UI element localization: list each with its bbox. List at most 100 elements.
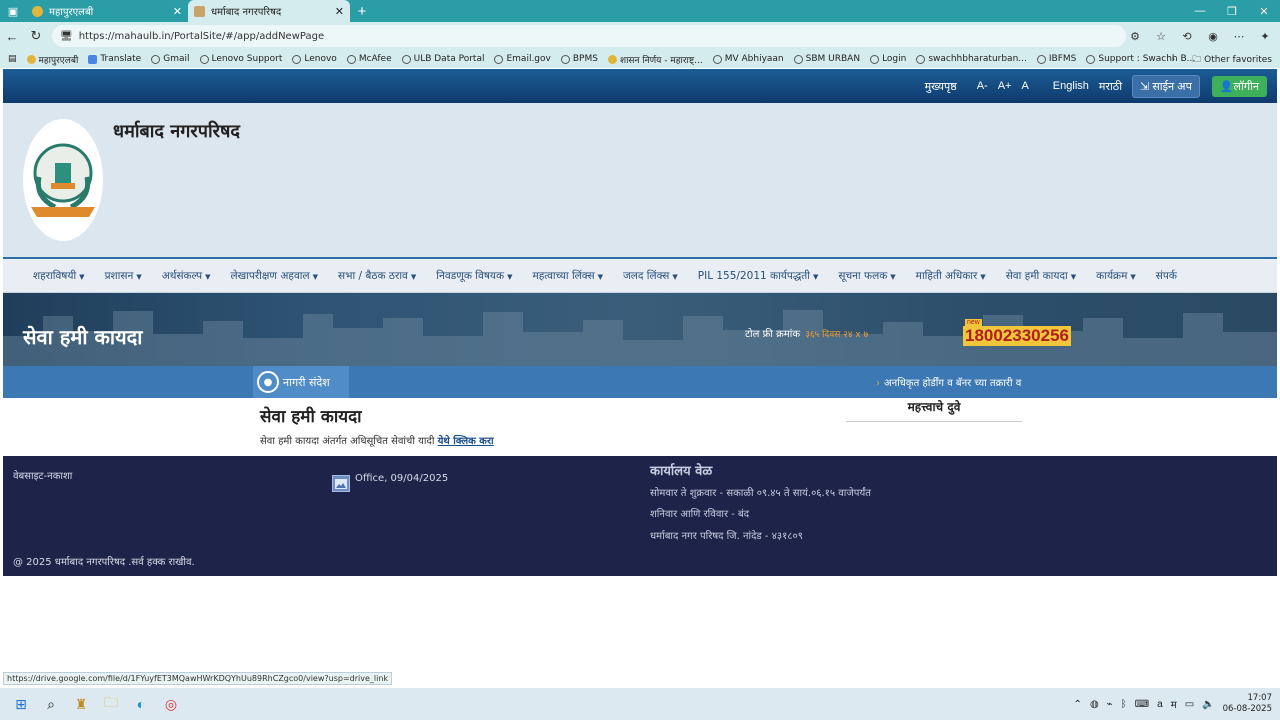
menu-item-contact[interactable]: संपर्क	[1156, 269, 1177, 283]
menu-item-audit-report[interactable]: लेखापरीक्षण अहवाल ▼	[230, 269, 318, 283]
bookmark-item[interactable]: महापुरएलबी	[26, 53, 78, 66]
folder-icon: 🗀	[1192, 55, 1202, 65]
bookmark-item[interactable]: Gmail	[151, 54, 190, 64]
url-field[interactable]: 🖥 https://mahaulb.in/PortalSite/#/app/ad…	[52, 25, 1126, 47]
usb-icon[interactable]: ⌁	[1107, 699, 1113, 710]
tab-actions-icon[interactable]: ▣	[0, 0, 26, 22]
edge-browser-icon[interactable]: ◐	[126, 689, 156, 719]
menu-item-rti[interactable]: माहिती अधिकार ▼	[916, 269, 986, 283]
address-bar-row: ← ↻ 🖥 https://mahaulb.in/PortalSite/#/ap…	[0, 22, 1280, 50]
menu-item-meeting-resolutions[interactable]: सभा / बैठक ठराव ▼	[338, 269, 416, 283]
globe-icon	[560, 54, 570, 64]
menu-item-election[interactable]: निवडणूक विषयक ▼	[436, 269, 512, 283]
image-icon[interactable]	[332, 475, 350, 492]
lang-marathi-link[interactable]: मराठी	[1099, 79, 1122, 94]
more-icon[interactable]: ⋯	[1228, 26, 1250, 46]
font-icon[interactable]: a	[1157, 699, 1163, 710]
menu-label: सेवा हमी कायदा	[1005, 269, 1068, 282]
tab-dharmabad[interactable]: धर्माबाद नगरपरिषद ✕	[188, 0, 350, 22]
clock[interactable]: 17:07 06-08-2025	[1223, 693, 1272, 715]
minimize-icon[interactable]: —	[1184, 0, 1216, 22]
bookmark-item[interactable]: ULB Data Portal	[401, 54, 484, 64]
chevron-right-icon[interactable]: ›	[1171, 55, 1175, 65]
menu-item-about-city[interactable]: शहराविषयी ▼	[33, 269, 85, 283]
bookmark-item[interactable]: SBM URBAN	[793, 54, 860, 64]
lang-english-link[interactable]: English	[1053, 80, 1089, 92]
caret-down-icon: ▼	[597, 272, 603, 281]
site-info-icon[interactable]: 🖥	[60, 31, 73, 42]
extensions-icon[interactable]: ⚙	[1124, 26, 1146, 46]
menu-item-quick-links[interactable]: जलद लिंक्स ▼	[623, 269, 678, 283]
menu-label: PIL 155/2011 कार्यपद्धती	[697, 269, 810, 282]
other-favorites[interactable]: › 🗀 Other favorites	[1171, 52, 1272, 68]
menu-item-pil[interactable]: PIL 155/2011 कार्यपद्धती ▼	[698, 269, 819, 283]
windows-start-icon[interactable]: ⊞	[6, 689, 36, 719]
menu-item-budget[interactable]: अर्थसंकल्प ▼	[162, 269, 211, 283]
bookmark-item[interactable]: Translate	[88, 54, 141, 64]
globe-icon	[494, 54, 504, 64]
citizen-message-tab[interactable]: ● नागरी संदेश	[253, 366, 349, 398]
bookmark-menu-icon[interactable]: ▤	[8, 54, 17, 64]
bookmark-item[interactable]: शासन निर्णय - महाराष्ट्...	[607, 53, 703, 66]
bookmark-item[interactable]: Lenovo Support	[199, 54, 283, 64]
bookmark-item[interactable]: IBFMS	[1036, 54, 1077, 64]
copilot-icon[interactable]: ✦	[1254, 26, 1276, 46]
bookmark-icon	[26, 54, 36, 64]
municipal-logo[interactable]	[23, 119, 103, 241]
close-tab-icon[interactable]: ✕	[173, 5, 182, 18]
bookmark-item[interactable]: Login	[870, 54, 906, 64]
bookmark-label: Lenovo Support	[211, 54, 283, 64]
click-here-link[interactable]: येथे क्लिक करा	[438, 436, 494, 447]
signup-button[interactable]: ⇲ साईन अप	[1132, 74, 1200, 98]
tab-mahaulb[interactable]: महापुरएलबी ✕	[26, 0, 188, 22]
favorites-icon[interactable]: ☆	[1150, 26, 1172, 46]
chrome-browser-icon[interactable]: ◎	[156, 689, 186, 719]
chevron-up-icon[interactable]: ⌃	[1074, 699, 1082, 710]
network-app-icon[interactable]: ◍	[1090, 699, 1099, 710]
menu-item-notice-board[interactable]: सूचना फलक ▼	[838, 269, 895, 283]
bookmark-item[interactable]: BPMS	[560, 54, 598, 64]
display-icon[interactable]: ▭	[1185, 699, 1194, 710]
input-language-indicator[interactable]: म	[1171, 697, 1177, 711]
close-tab-icon[interactable]: ✕	[335, 5, 344, 18]
menu-item-administration[interactable]: प्रशासन ▼	[105, 269, 142, 283]
sitemap-link[interactable]: वेबसाइट-नकाशा	[13, 468, 72, 482]
bookmark-item[interactable]: Email.gov	[494, 54, 551, 64]
bluetooth-icon[interactable]: ᛒ	[1121, 699, 1127, 710]
menu-item-service-guarantee[interactable]: सेवा हमी कायदा ▼	[1006, 269, 1076, 283]
back-icon[interactable]: ←	[0, 29, 24, 44]
login-button[interactable]: 👤लॉगीन	[1211, 75, 1267, 97]
ticker-text: अनधिकृत होर्डींग व बॅनर च्या तक्रारी व	[884, 378, 1022, 389]
bookmark-label: BPMS	[572, 54, 598, 64]
home-link[interactable]: मुख्यपृष्ठ	[925, 79, 957, 94]
bookmark-label: IBFMS	[1048, 54, 1077, 64]
search-icon[interactable]: ⌕	[36, 689, 66, 719]
history-icon[interactable]: ⟲	[1176, 26, 1198, 46]
caret-down-icon: ▼	[980, 272, 986, 281]
font-reset-button[interactable]: A	[1021, 80, 1028, 92]
close-window-icon[interactable]: ✕	[1248, 0, 1280, 22]
bookmark-item[interactable]: MV Abhiyaan	[712, 54, 784, 64]
menu-item-important-links[interactable]: महत्वाच्या लिंक्स ▼	[532, 269, 603, 283]
file-explorer-icon[interactable]: 🗀	[96, 689, 126, 719]
caret-down-icon: ▼	[1070, 272, 1077, 281]
caret-down-icon: ▼	[312, 272, 319, 281]
menu-item-programs[interactable]: कार्यक्रम ▼	[1096, 269, 1136, 283]
font-decrease-button[interactable]: A-	[977, 80, 988, 92]
app-icon[interactable]: ♜	[66, 689, 96, 719]
refresh-icon[interactable]: ↻	[24, 28, 48, 44]
news-ticker[interactable]: › अनधिकृत होर्डींग व बॅनर च्या तक्रारी व	[876, 375, 1021, 389]
profile-icon[interactable]: ◉	[1202, 26, 1224, 46]
keyboard-icon[interactable]: ⌨	[1135, 699, 1149, 710]
bookmark-item[interactable]: McAfee	[346, 54, 392, 64]
font-increase-button[interactable]: A+	[998, 80, 1012, 92]
office-photo-caption[interactable]: Office, 09/04/2025	[355, 473, 448, 484]
bookmark-item[interactable]: swachhbharaturban...	[916, 54, 1027, 64]
system-tray: ⌃ ◍ ⌁ ᛒ ⌨ a म ▭ 🔈 17:07 06-08-2025	[1074, 688, 1272, 720]
bookmark-icon	[607, 54, 617, 64]
tab-title: धर्माबाद नगरपरिषद	[211, 7, 282, 18]
volume-icon[interactable]: 🔈	[1202, 699, 1214, 710]
restore-icon[interactable]: ❐	[1216, 0, 1248, 22]
bookmark-item[interactable]: Lenovo	[292, 54, 337, 64]
new-tab-button[interactable]: +	[350, 3, 374, 20]
